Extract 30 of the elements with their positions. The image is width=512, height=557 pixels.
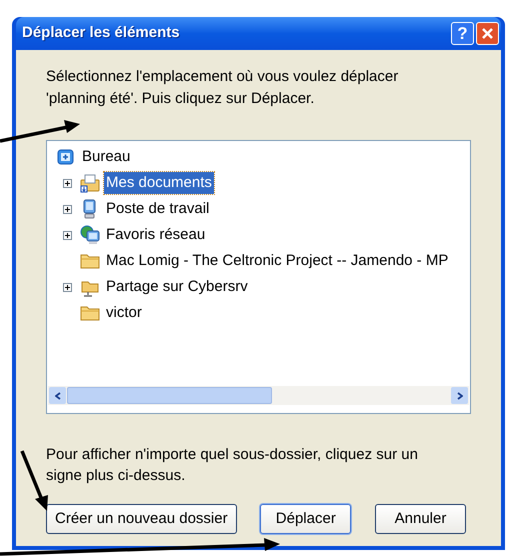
tree-item[interactable]: Mac Lomig - The Celtronic Project -- Jamendo - MP — [104, 250, 450, 272]
folder-icon — [80, 252, 100, 270]
tree-item[interactable]: Partage sur Cybersrv — [104, 276, 250, 298]
close-icon — [481, 27, 494, 40]
expand-toggle[interactable] — [62, 178, 72, 188]
expand-toggle[interactable] — [62, 204, 72, 214]
window-title: Déplacer les éléments — [22, 23, 181, 44]
desktop-icon — [57, 148, 75, 166]
scroll-right-button[interactable] — [451, 387, 468, 404]
horizontal-scrollbar[interactable] — [48, 386, 469, 405]
hint-text: Pour afficher n'importe quel sous-dossier, cliquez sur un signe plus ci-dessus. — [46, 445, 419, 486]
tree-item[interactable]: Favoris réseau — [104, 224, 208, 246]
dialog-button[interactable]: Annuler — [374, 504, 466, 534]
dialog-button[interactable]: Déplacer — [260, 504, 352, 534]
expand-toggle[interactable] — [62, 282, 72, 292]
network-icon — [80, 225, 100, 245]
expand-toggle[interactable] — [62, 230, 72, 240]
help-button[interactable]: ? — [451, 22, 474, 45]
tree-item[interactable]: Bureau — [80, 146, 132, 168]
dialog-button[interactable]: Créer un nouveau dossier — [46, 504, 237, 534]
documents-folder-icon — [80, 173, 100, 193]
close-button[interactable] — [476, 22, 499, 45]
folder-icon — [80, 304, 100, 322]
instruction-text: Sélectionnez l'emplacement où vous voulez déplacer 'planning été'. Puis cliquez sur Déplacer. — [46, 67, 400, 109]
scroll-left-button[interactable] — [49, 387, 66, 404]
tree-item[interactable]: Poste de travail — [104, 198, 212, 220]
pointer-arrow — [20, 450, 48, 511]
tree-item[interactable]: Mes documents — [104, 172, 214, 194]
tree-item[interactable]: victor — [104, 302, 144, 324]
scroll-thumb[interactable] — [67, 387, 272, 404]
